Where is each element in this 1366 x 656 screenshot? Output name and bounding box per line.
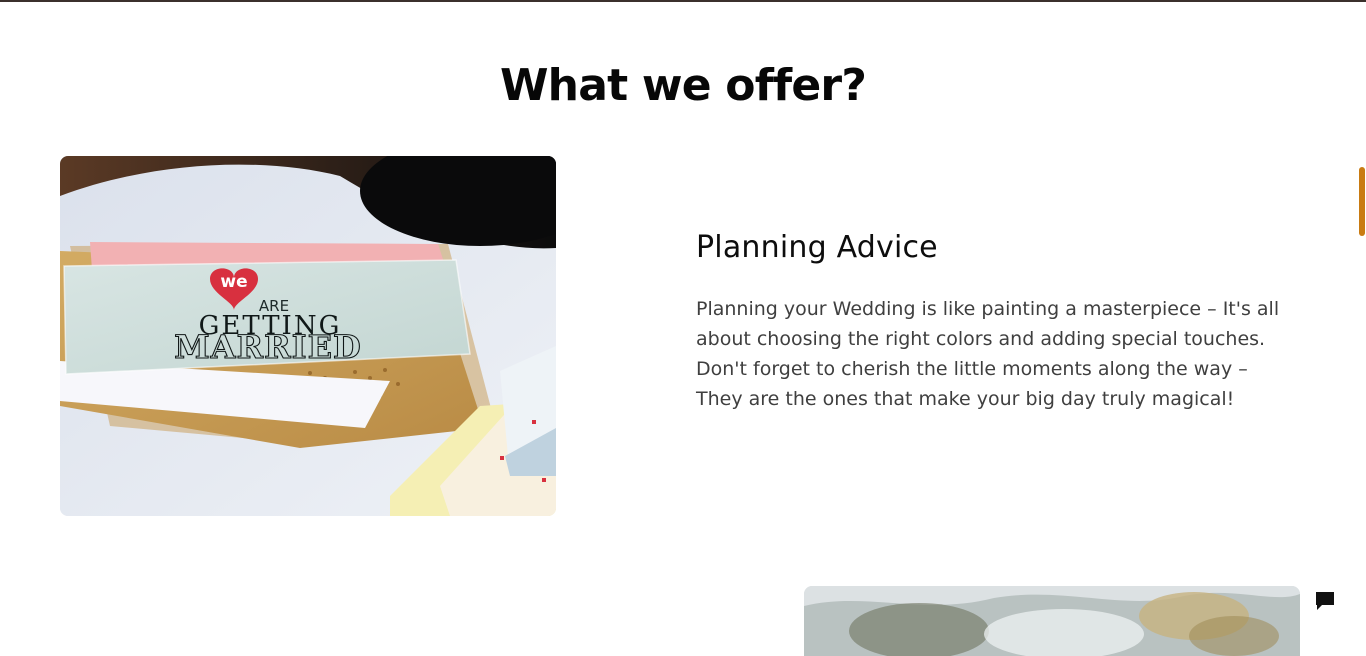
next-feature-image xyxy=(804,586,1300,656)
next-feature-photo xyxy=(804,586,1300,656)
chat-button[interactable] xyxy=(1312,588,1338,614)
planning-advice-image: we ARE GETTING MARRIED xyxy=(60,156,556,516)
image-text-we: we xyxy=(220,272,247,292)
section-title: What we offer? xyxy=(499,60,867,111)
chat-bubble-icon xyxy=(1316,592,1334,610)
feature-description: Planning your Wedding is like painting a… xyxy=(696,298,1280,410)
wedding-cards-photo: we ARE GETTING MARRIED xyxy=(60,156,556,516)
scrollbar-thumb[interactable] xyxy=(1359,167,1365,236)
feature-title: Planning Advice xyxy=(696,230,938,265)
image-text-married: MARRIED xyxy=(174,328,362,366)
top-strip xyxy=(0,0,1366,2)
